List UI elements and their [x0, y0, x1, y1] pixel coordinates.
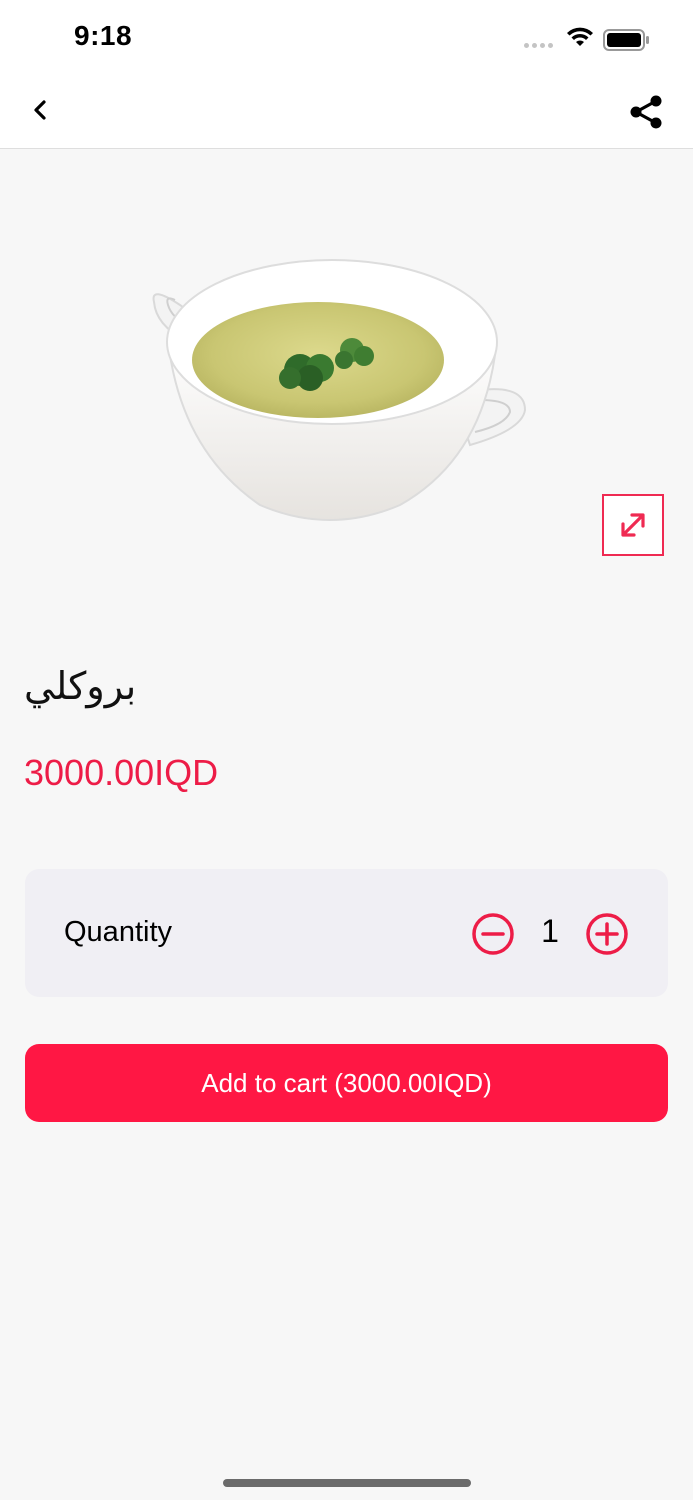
share-button[interactable]	[624, 92, 668, 132]
expand-icon	[621, 513, 645, 537]
battery-icon	[603, 29, 649, 51]
product-name: بروكلي	[24, 664, 137, 708]
add-to-cart-button[interactable]: Add to cart (3000.00IQD)	[25, 1044, 668, 1122]
share-icon	[630, 95, 662, 129]
back-button[interactable]	[22, 92, 58, 128]
quantity-label: Quantity	[64, 916, 172, 948]
decrease-quantity-button[interactable]	[471, 912, 515, 956]
status-time: 9:18	[74, 20, 133, 51]
product-detail-screen: 9:18 بروكلي 3000.00IQD Quantity 1 Add to…	[0, 0, 693, 1500]
header: 9:18	[0, 0, 693, 149]
product-price: 3000.00IQD	[24, 752, 219, 793]
quantity-selector: Quantity 1	[25, 869, 668, 997]
wifi-icon	[567, 27, 593, 46]
quantity-value: 1	[541, 913, 559, 949]
product-image	[152, 259, 527, 521]
increase-quantity-button[interactable]	[585, 912, 629, 956]
cellular-signal-icon	[524, 43, 553, 48]
expand-image-button[interactable]	[602, 494, 664, 556]
home-indicator[interactable]	[223, 1479, 471, 1487]
chevron-left-icon	[34, 100, 46, 120]
